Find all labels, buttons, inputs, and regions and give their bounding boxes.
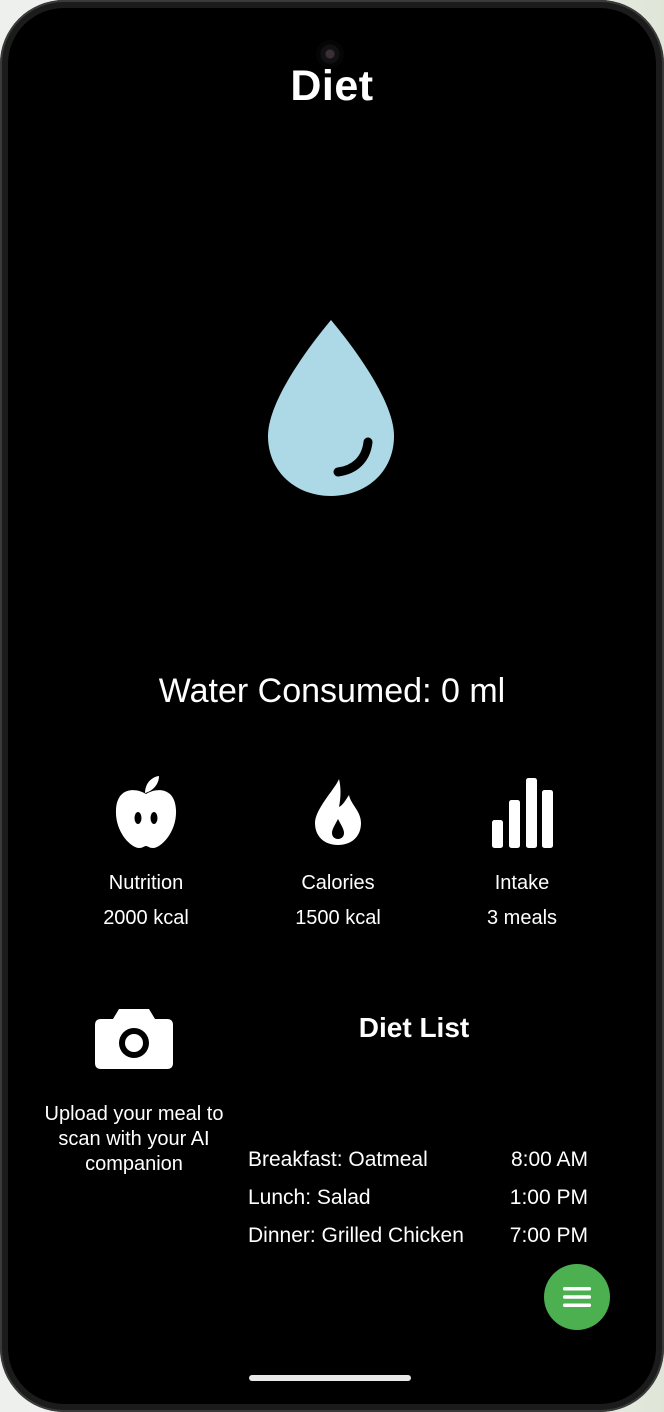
water-consumed-text: Water Consumed: 0 ml: [158, 672, 506, 710]
stat-label: Nutrition: [108, 872, 184, 894]
front-camera: [316, 40, 344, 68]
list-item[interactable]: Dinner: Grilled Chicken 7:00 PM: [248, 1222, 588, 1260]
meal-name: Lunch: Salad: [248, 1186, 371, 1209]
meal-time: 7:00 PM: [509, 1224, 588, 1247]
upload-meal-text: Upload your meal to scan with your AI co…: [44, 1103, 224, 1175]
stat-calories[interactable]: Calories 1500 kcal: [253, 774, 423, 930]
camera-icon: [95, 1009, 173, 1069]
page-title: Diet: [290, 62, 374, 110]
apple-icon: [115, 776, 177, 848]
flame-icon: [315, 779, 361, 845]
water-drop-icon[interactable]: [266, 314, 396, 498]
upload-meal-button[interactable]: Upload your meal to scan with your AI co…: [44, 1004, 224, 1177]
menu-icon: [563, 1287, 591, 1307]
bar-chart-icon: [492, 778, 553, 848]
meal-time: 8:00 AM: [510, 1148, 588, 1171]
phone-frame: Diet Water Consumed: 0 ml Nutrition 2000…: [0, 0, 664, 1412]
diet-list-title: Diet List: [358, 1012, 470, 1043]
home-indicator[interactable]: [249, 1375, 411, 1381]
meal-name: Dinner: Grilled Chicken: [248, 1224, 464, 1247]
menu-fab-button[interactable]: [544, 1264, 610, 1330]
stat-label: Calories: [301, 872, 375, 894]
stat-value: 2000 kcal: [103, 907, 189, 929]
meal-name: Breakfast: Oatmeal: [248, 1148, 428, 1171]
meal-time: 1:00 PM: [509, 1186, 588, 1209]
diet-list: Breakfast: Oatmeal 8:00 AM Lunch: Salad …: [248, 1146, 588, 1260]
stat-label: Intake: [494, 872, 550, 894]
stat-value: 1500 kcal: [295, 907, 381, 929]
app-screen: Diet Water Consumed: 0 ml Nutrition 2000…: [8, 8, 656, 1404]
stat-intake[interactable]: Intake 3 meals: [437, 774, 607, 930]
stat-value: 3 meals: [486, 907, 558, 929]
list-item[interactable]: Lunch: Salad 1:00 PM: [248, 1184, 588, 1222]
stat-nutrition[interactable]: Nutrition 2000 kcal: [61, 774, 231, 930]
list-item[interactable]: Breakfast: Oatmeal 8:00 AM: [248, 1146, 588, 1184]
